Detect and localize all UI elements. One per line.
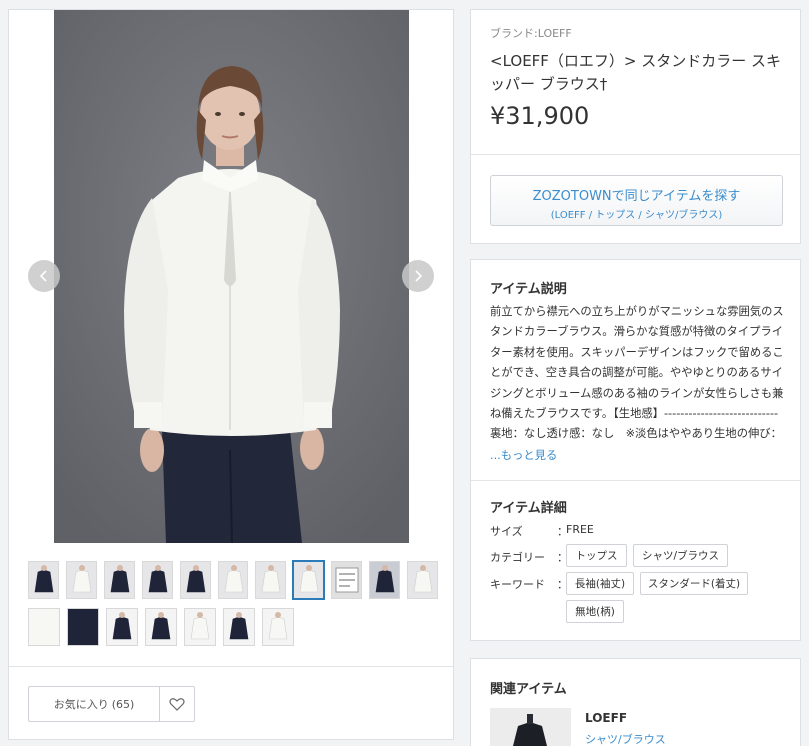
related-item-image[interactable]	[490, 708, 571, 746]
thumbnail-navy-folded[interactable]	[106, 608, 138, 646]
description-heading: アイテム説明	[490, 282, 567, 297]
thumbnail-white-shirt-model[interactable]	[217, 561, 249, 599]
description-text: 前立てから襟元への立ち上がりがマニッシュな雰囲気のスタンドカラーブラウス。滑らか…	[490, 305, 784, 441]
category-tag[interactable]: シャツ/ブラウス	[633, 544, 728, 567]
thumbnail-white-blouse-front[interactable]	[292, 560, 326, 600]
thumbnail-white-flat[interactable]	[184, 608, 216, 646]
heart-button[interactable]	[160, 686, 195, 722]
brand-label: ブランド:LOEFF	[490, 27, 572, 40]
thumbnail-navy-outdoor[interactable]	[369, 561, 401, 599]
thumbnail-navy-jacket[interactable]	[103, 561, 135, 599]
thumbnail-strip	[28, 560, 438, 655]
thumbnail-navy-dress-side[interactable]	[179, 561, 211, 599]
next-image-button[interactable]	[402, 260, 434, 292]
keyword-label: キーワード	[490, 578, 545, 591]
related-heading: 関連アイテム	[490, 682, 567, 697]
thumbnail-navy-fabric[interactable]	[67, 608, 99, 646]
thumbnail-navy-sleeve[interactable]	[145, 608, 177, 646]
product-title: <LOEFF（ロエフ）> スタンドカラー スキッパー ブラウス†	[490, 52, 782, 93]
size-value: FREE	[566, 523, 594, 536]
chevron-left-icon	[39, 270, 47, 282]
heart-icon	[169, 698, 185, 711]
zozotown-search-button[interactable]: ZOZOTOWNで同じアイテムを探す (LOEFF / トップス / シャツ/ブ…	[490, 175, 783, 226]
thumbnail-row	[28, 608, 438, 646]
thumbnail-navy-flat[interactable]	[223, 608, 255, 646]
thumbnail-white-blouse-model[interactable]	[255, 561, 287, 599]
related-item-category[interactable]: シャツ/ブラウス	[585, 731, 666, 746]
divider	[471, 154, 800, 155]
thumbnail-white-fabric[interactable]	[28, 608, 60, 646]
keyword-tag[interactable]: 無地(柄)	[566, 600, 624, 623]
product-info-card: ブランド:LOEFF <LOEFF（ロエフ）> スタンドカラー スキッパー ブラ…	[470, 9, 801, 244]
thumbnail-navy-shirt-open[interactable]	[141, 561, 173, 599]
product-gallery-card: お気に入り (65)	[8, 9, 454, 740]
item-description-card: アイテム説明 前立てから襟元への立ち上がりがマニッシュな雰囲気のスタンドカラーブ…	[470, 259, 801, 641]
previous-image-button[interactable]	[28, 260, 60, 292]
favorite-count: (65)	[111, 697, 135, 711]
related-item-brand[interactable]: LOEFF	[585, 711, 627, 725]
thumbnail-white-full[interactable]	[407, 561, 438, 599]
category-tag[interactable]: トップス	[566, 544, 627, 567]
product-main-image	[54, 10, 409, 543]
show-more-link[interactable]: ...もっと見る	[490, 447, 557, 463]
thumbnail-white-shirt[interactable]	[65, 561, 97, 599]
favorite-control: お気に入り (65)	[28, 686, 195, 722]
divider	[9, 666, 453, 667]
zozotown-search-sublabel: (LOEFF / トップス / シャツ/ブラウス)	[550, 210, 723, 221]
details-heading: アイテム詳細	[490, 501, 567, 516]
thumbnail-row	[28, 560, 438, 600]
keyword-tag[interactable]: スタンダード(着丈)	[640, 572, 748, 595]
size-label: サイズ	[490, 525, 523, 538]
keyword-tag[interactable]: 長袖(袖丈)	[566, 572, 634, 595]
chevron-right-icon	[415, 270, 423, 282]
thumbnail-white-collar[interactable]	[262, 608, 294, 646]
product-price: ¥31,900	[490, 102, 590, 130]
divider	[471, 480, 800, 481]
thumbnail-navy-polo[interactable]	[28, 561, 59, 599]
zozotown-search-label: ZOZOTOWNで同じアイテムを探す	[532, 189, 741, 204]
favorite-button[interactable]: お気に入り (65)	[28, 686, 160, 722]
thumbnail-care-label[interactable]	[331, 561, 363, 599]
related-items-card: 関連アイテム LOEFF シャツ/ブラウス	[470, 658, 801, 746]
category-label: カテゴリー	[490, 551, 545, 564]
favorite-label: お気に入り	[53, 698, 109, 711]
